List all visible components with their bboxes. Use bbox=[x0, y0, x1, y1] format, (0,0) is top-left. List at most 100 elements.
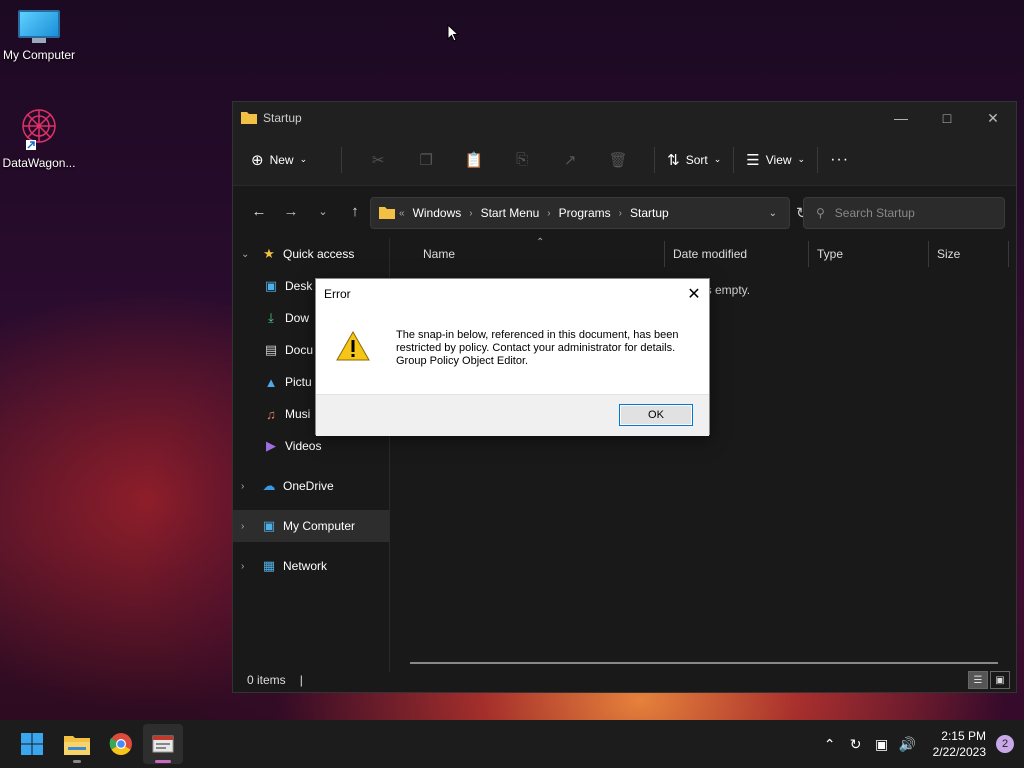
column-name[interactable]: Name ⌃ bbox=[391, 237, 665, 267]
windows-logo-icon bbox=[21, 733, 43, 755]
sort-button[interactable]: ⇅ Sort ⌄ bbox=[667, 151, 721, 169]
search-box[interactable]: ⚲ Search Startup bbox=[803, 197, 1005, 229]
breadcrumb-programs[interactable]: Programs bbox=[559, 206, 611, 220]
status-bar: 0 items | ☰ ▣ bbox=[233, 668, 1016, 692]
search-icon: ⚲ bbox=[816, 206, 825, 220]
forward-arrow-icon[interactable]: → bbox=[275, 203, 307, 220]
toolbar-separator bbox=[341, 146, 343, 173]
dialog-body: The snap-in below, referenced in this do… bbox=[316, 309, 709, 394]
item-count: 0 items bbox=[247, 673, 286, 687]
nav-label: Quick access bbox=[283, 247, 355, 261]
new-label: New bbox=[269, 152, 294, 167]
tiles-view-icon[interactable]: ▣ bbox=[990, 671, 1010, 689]
dialog-footer: OK bbox=[316, 394, 709, 436]
column-label: Date modified bbox=[673, 247, 748, 261]
view-label: View bbox=[765, 152, 792, 167]
cut-icon[interactable]: ✂ bbox=[354, 151, 402, 169]
document-icon: ▤ bbox=[264, 342, 278, 357]
nav-label: Dow bbox=[285, 311, 310, 325]
nav-network[interactable]: › ▦ Network bbox=[233, 550, 389, 582]
close-icon[interactable]: ✕ bbox=[679, 284, 709, 304]
nav-label: Musi bbox=[285, 407, 311, 421]
monitor-icon: ▣ bbox=[262, 518, 276, 533]
monitor-icon bbox=[18, 10, 60, 44]
sort-icon: ⇅ bbox=[667, 151, 680, 169]
desktop-icon-my-computer[interactable]: My Computer bbox=[0, 10, 78, 62]
cloud-icon: ☁ bbox=[262, 478, 276, 493]
expand-chevron-icon[interactable]: › bbox=[241, 521, 255, 532]
recent-locations-chevron-icon[interactable]: ⌄ bbox=[307, 205, 339, 218]
horizontal-scrollbar[interactable] bbox=[410, 662, 998, 664]
show-hidden-icons-chevron-icon[interactable]: ⌃ bbox=[817, 736, 843, 753]
message-line: The snap-in below, referenced in this do… bbox=[396, 329, 679, 341]
back-arrow-icon[interactable]: ← bbox=[243, 203, 275, 220]
title-bar[interactable]: Startup — □ ✕ bbox=[233, 102, 1016, 134]
error-dialog: Error ✕ The snap-in below, referenced in… bbox=[315, 278, 710, 436]
running-indicator bbox=[155, 760, 171, 763]
more-options-button[interactable]: ··· bbox=[830, 151, 849, 169]
breadcrumb-start-menu[interactable]: Start Menu bbox=[481, 206, 540, 220]
expand-chevron-icon[interactable]: › bbox=[241, 481, 255, 492]
message-line: restricted by policy. Contact your admin… bbox=[396, 342, 676, 354]
clock[interactable]: 2:15 PM 2/22/2023 bbox=[933, 728, 986, 760]
notification-badge[interactable]: 2 bbox=[996, 735, 1014, 753]
volume-icon[interactable]: 🔊 bbox=[895, 736, 921, 753]
nav-quick-access[interactable]: ⌄ ★ Quick access bbox=[233, 238, 389, 270]
breadcrumb-windows[interactable]: Windows bbox=[413, 206, 462, 220]
nav-label: My Computer bbox=[283, 519, 356, 533]
dialog-title-bar[interactable]: Error ✕ bbox=[316, 279, 709, 309]
dialog-title: Error bbox=[324, 287, 351, 301]
taskbar-chrome[interactable] bbox=[101, 724, 141, 764]
toolbar-separator bbox=[817, 146, 819, 173]
breadcrumb-separator-icon[interactable]: › bbox=[469, 208, 472, 219]
minimize-button[interactable]: — bbox=[878, 102, 924, 134]
paste-icon[interactable]: 📋 bbox=[450, 151, 498, 169]
breadcrumb-separator-icon[interactable]: › bbox=[547, 208, 550, 219]
videos-icon: ▶ bbox=[266, 438, 276, 453]
view-button[interactable]: ☰ View ⌄ bbox=[746, 151, 805, 169]
pictures-icon: ▲ bbox=[264, 374, 278, 390]
taskbar-gpedit[interactable] bbox=[143, 724, 183, 764]
up-arrow-icon[interactable]: ↑ bbox=[339, 203, 371, 220]
toolbar-separator bbox=[733, 146, 735, 173]
address-bar[interactable]: « Windows › Start Menu › Programs › Star… bbox=[370, 197, 809, 229]
address-dropdown-icon[interactable]: ⌄ bbox=[769, 208, 777, 219]
nav-my-computer[interactable]: › ▣ My Computer bbox=[233, 510, 389, 542]
rename-icon[interactable]: ⎘ bbox=[498, 151, 546, 168]
breadcrumb-startup[interactable]: Startup bbox=[630, 206, 669, 220]
expand-chevron-icon[interactable]: ⌄ bbox=[241, 249, 255, 260]
details-view-icon[interactable]: ☰ bbox=[968, 671, 988, 689]
sync-icon[interactable]: ↻ bbox=[843, 736, 869, 753]
close-button[interactable]: ✕ bbox=[970, 102, 1016, 134]
file-explorer-icon bbox=[64, 736, 90, 755]
expand-chevron-icon[interactable]: › bbox=[241, 561, 255, 572]
taskbar-file-explorer[interactable] bbox=[57, 724, 97, 764]
dialog-message: The snap-in below, referenced in this do… bbox=[396, 329, 706, 394]
status-divider: | bbox=[299, 673, 303, 687]
delete-icon[interactable]: 🗑 bbox=[594, 151, 642, 169]
toolbar-separator bbox=[654, 146, 656, 173]
column-size[interactable]: Size bbox=[929, 241, 1009, 267]
share-icon[interactable]: ↗ bbox=[546, 151, 594, 169]
download-icon: ⤓ bbox=[268, 310, 274, 325]
column-date-modified[interactable]: Date modified bbox=[665, 241, 809, 267]
column-type[interactable]: Type bbox=[809, 241, 929, 267]
copy-icon[interactable]: ❐ bbox=[402, 151, 450, 169]
breadcrumb-separator-icon[interactable]: › bbox=[619, 208, 622, 219]
start-button[interactable] bbox=[12, 724, 52, 764]
running-indicator bbox=[73, 760, 81, 763]
maximize-button[interactable]: □ bbox=[924, 102, 970, 134]
warning-icon bbox=[336, 330, 372, 363]
chevron-down-icon: ⌄ bbox=[299, 154, 308, 164]
nav-onedrive[interactable]: › ☁ OneDrive bbox=[233, 470, 389, 502]
network-tray-icon[interactable]: ▣ bbox=[869, 736, 895, 753]
star-icon: ★ bbox=[263, 246, 275, 261]
chevron-down-icon: ⌄ bbox=[713, 154, 722, 164]
desktop-icon-datawagon[interactable]: DataWagon... bbox=[0, 104, 78, 170]
clock-date: 2/22/2023 bbox=[932, 745, 986, 759]
overflow-chevron-icon[interactable]: « bbox=[399, 208, 405, 219]
ok-button[interactable]: OK bbox=[619, 404, 693, 426]
column-label: Type bbox=[817, 247, 844, 261]
new-button[interactable]: ⊕ New ⌄ bbox=[251, 151, 307, 169]
search-placeholder: Search Startup bbox=[834, 206, 915, 220]
